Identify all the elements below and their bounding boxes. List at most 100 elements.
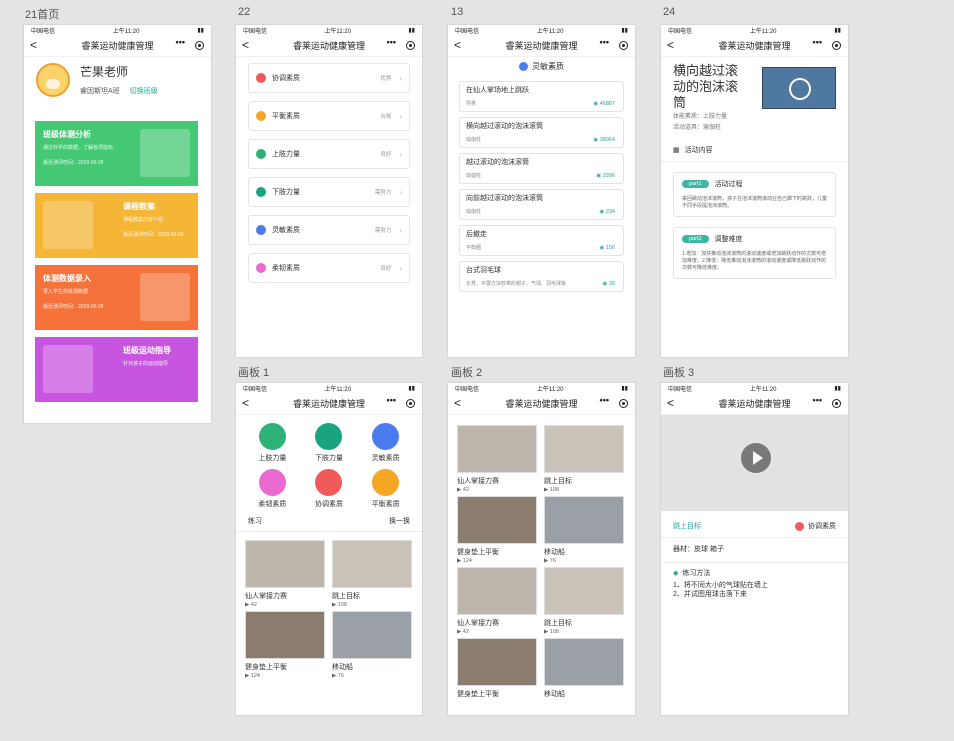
quality-row[interactable]: 平衡素质 合格 › [248, 101, 410, 131]
kids-illustration [43, 345, 93, 393]
activity-item[interactable]: 越过滚动的泡沫滚筒 瑜伽柱 ◉ 2996 [459, 153, 624, 184]
video-card[interactable]: 跳上目标 ▶ 108 [544, 567, 624, 635]
play-count: ▶ 124 [245, 673, 325, 679]
more-icon[interactable]: ••• [600, 37, 609, 47]
quality-icon [256, 263, 266, 273]
card-title: 班级运动指导 [123, 346, 171, 355]
video-card[interactable]: 健身垫上平衡 [457, 638, 537, 699]
quality-row[interactable]: 柔韧素质 良好 › [248, 253, 410, 283]
part-title: 调整难度 [714, 236, 743, 243]
back-icon[interactable]: < [454, 38, 461, 52]
nav-title: 睿莱运动健康管理 [292, 399, 365, 409]
activity-item[interactable]: 台式羽毛球 长凳、平展方块软带的帽子、气球、羽毛球板 ◉ 39 [459, 261, 624, 292]
artboard-label-b1: 画板 1 [238, 367, 270, 379]
quality-row[interactable]: 上肢力量 良好 › [248, 139, 410, 169]
play-count: ▶ 124 [457, 558, 537, 564]
quality-shortcut[interactable]: 下肢力量 [301, 423, 358, 463]
view-count-value: 156 [605, 245, 615, 251]
more-icon[interactable]: ••• [387, 37, 396, 47]
video-thumbnail[interactable] [762, 67, 836, 109]
quality-shortcut[interactable]: 上肢力量 [244, 423, 301, 463]
video-card[interactable]: 移动船 ▶ 76 [544, 496, 624, 564]
play-count-value: 108 [549, 487, 559, 493]
more-icon[interactable]: ••• [813, 395, 822, 405]
video-card[interactable]: 仙人掌接力赛 ▶ 42 [457, 425, 537, 493]
nav-title: 睿莱运动健康管理 [505, 399, 578, 409]
quality-level: 需努力 [374, 190, 392, 196]
nav-title: 睿莱运动健康管理 [81, 41, 154, 51]
teacher-illustration [140, 273, 190, 321]
quality-shortcut[interactable]: 协调素质 [301, 469, 358, 509]
record-icon[interactable] [619, 399, 628, 408]
more-icon[interactable]: ••• [176, 37, 185, 47]
nav-title: 睿莱运动健康管理 [718, 41, 791, 51]
play-icon[interactable] [741, 443, 771, 473]
card-guide[interactable]: 班级运动指导 针对孩子的运动指导 [35, 337, 198, 402]
video-player[interactable] [661, 415, 848, 511]
status-bar: 中国电信 上午11:20 ▮▮ [661, 25, 848, 35]
quality-label: 平衡素质 [371, 501, 400, 508]
more-icon[interactable]: ••• [813, 37, 822, 47]
switch-class-button[interactable]: 切换班级 [130, 86, 158, 96]
books-illustration [43, 201, 93, 249]
card-analysis[interactable]: 班级体测分析 通过科学的数据，了解各项指标 最近测评时间：2018-05-28 [35, 121, 198, 186]
video-card[interactable]: 仙人掌接力赛 ▶ 42 [245, 540, 325, 608]
video-card[interactable]: 移动船 ▶ 76 [332, 611, 412, 679]
video-card[interactable]: 仙人掌接力赛 ▶ 42 [457, 567, 537, 635]
record-icon[interactable] [406, 399, 415, 408]
activity-item[interactable]: 后撤走 平衡圈 ◉ 156 [459, 225, 624, 256]
quality-shortcut[interactable]: 平衡素质 [357, 469, 414, 509]
video-card[interactable]: 健身垫上平衡 ▶ 124 [245, 611, 325, 679]
back-icon[interactable]: < [30, 38, 37, 52]
record-icon[interactable] [195, 41, 204, 50]
record-icon[interactable] [832, 41, 841, 50]
quality-row[interactable]: 下肢力量 需努力 › [248, 177, 410, 207]
quality-name: 灵敏素质 [272, 227, 300, 234]
back-icon[interactable]: < [242, 38, 249, 52]
back-icon[interactable]: < [242, 396, 249, 410]
carrier-text: 中国电信 [455, 28, 480, 35]
refresh-button[interactable]: 换一换 [389, 516, 410, 526]
practice-title: 练习 [248, 518, 262, 525]
quality-row[interactable]: 协调素质 优秀 › [248, 63, 410, 93]
time-text: 上午11:20 [324, 386, 351, 393]
record-icon[interactable] [406, 41, 415, 50]
nav-bar: < 睿莱运动健康管理 ••• [448, 393, 635, 415]
activity-title: 横向越过滚动的泡沫滚筒 [673, 63, 739, 110]
record-icon[interactable] [832, 399, 841, 408]
activity-list: 在仙人掌场地上跳跃 导类 ◉ 46887 横向越过滚动的泡沫滚筒 瑜伽柱 ◉ 38964 越… [448, 81, 635, 292]
more-icon[interactable]: ••• [387, 395, 396, 405]
quality-tag: 协调素质 [808, 523, 836, 530]
avatar [36, 62, 70, 97]
video-card[interactable]: 健身垫上平衡 ▶ 124 [457, 496, 537, 564]
battery-icon: ▮▮ [621, 27, 628, 34]
video-card[interactable]: 跳上目标 ▶ 108 [544, 425, 624, 493]
video-thumbnail [457, 425, 537, 473]
back-icon[interactable]: < [667, 38, 674, 52]
more-icon[interactable]: ••• [600, 395, 609, 405]
card-data-entry[interactable]: 体测数据录入 录入学生的体测数据 最近测评时间：2018-05-28 [35, 265, 198, 330]
activity-item[interactable]: 在仙人掌场地上跳跃 导类 ◉ 46887 [459, 81, 624, 112]
video-card[interactable]: 跳上目标 ▶ 108 [332, 540, 412, 608]
video-card[interactable]: 移动船 [544, 638, 624, 699]
time-text: 上午11:20 [536, 28, 564, 35]
play-count-value: 124 [250, 673, 260, 679]
video-thumbnail [245, 611, 325, 659]
method-title: 练习方法 [682, 570, 711, 577]
quality-shortcut[interactable]: 柔韧素质 [244, 469, 301, 509]
quality-icon-grid: 上肢力量 下肢力量 灵敏素质柔韧素质 协调素质 平衡素质 [236, 415, 422, 511]
activity-item[interactable]: 横向越过滚动的泡沫滚筒 瑜伽柱 ◉ 38964 [459, 117, 624, 148]
record-icon[interactable] [619, 41, 628, 50]
activity-row: 跳上目标 协调素质 [661, 511, 848, 538]
quality-shortcut[interactable]: 灵敏素质 [357, 423, 414, 463]
carrier-text: 中国电信 [31, 28, 56, 35]
activity-item[interactable]: 向前越过滚动的泡沫滚筒 瑜伽柱 ◉ 234 [459, 189, 624, 220]
agility-icon [519, 62, 528, 71]
back-icon[interactable]: < [667, 396, 674, 410]
card-lesson[interactable]: 课程教案 课程教案内容介绍 最近测评时间：2018-05-28 [35, 193, 198, 258]
quality-label: 柔韧素质 [258, 501, 287, 508]
quality-row[interactable]: 灵敏素质 需努力 › [248, 215, 410, 245]
back-icon[interactable]: < [454, 396, 461, 410]
video-title: 跳上目标 [544, 620, 572, 627]
view-count: ◉ 46887 [593, 101, 615, 107]
